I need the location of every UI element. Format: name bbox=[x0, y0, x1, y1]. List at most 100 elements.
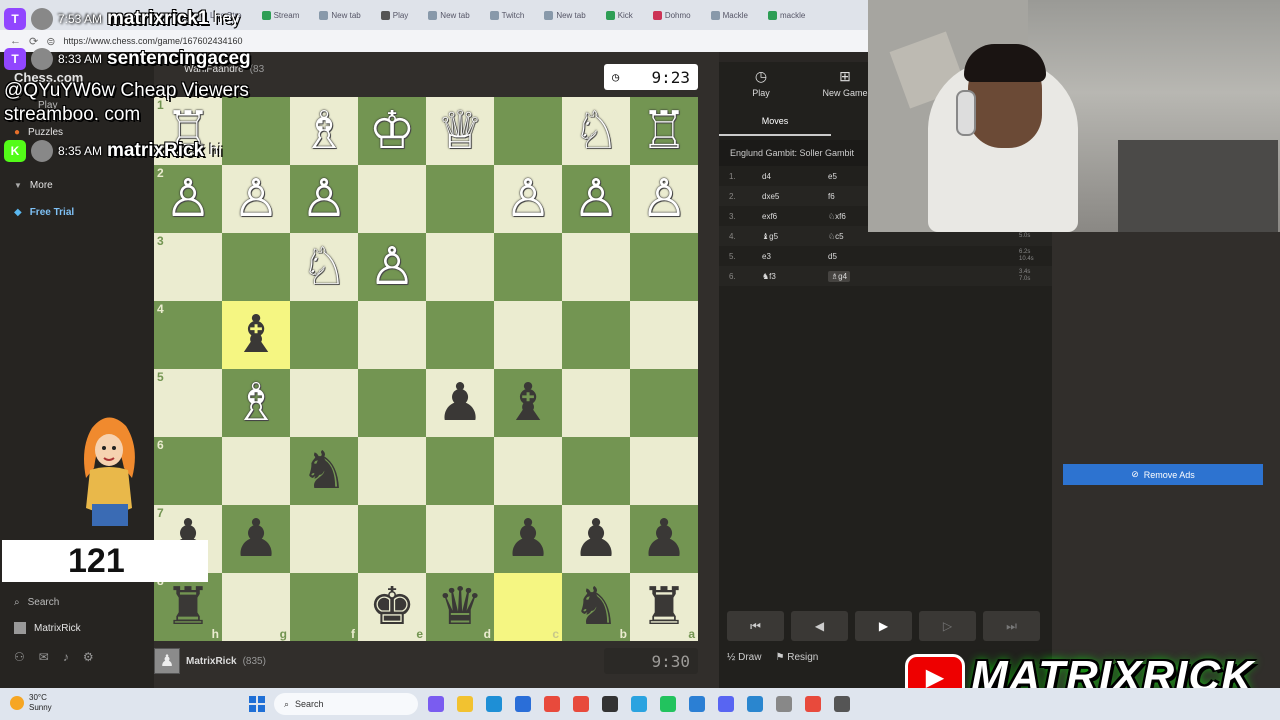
board-square[interactable]: b ♞ bbox=[562, 573, 630, 641]
board-square[interactable]: ♕ bbox=[426, 97, 494, 165]
draw-button[interactable]: ½ Draw bbox=[727, 652, 761, 663]
browser-tab[interactable]: Kick bbox=[598, 3, 641, 27]
sidebar-item-free-trial[interactable]: ◆ Free Trial bbox=[14, 207, 74, 218]
last-move-button[interactable]: ⏭ bbox=[983, 611, 1040, 641]
bell-icon[interactable]: ♪ bbox=[63, 650, 69, 664]
board-square[interactable] bbox=[630, 301, 698, 369]
board-square[interactable] bbox=[358, 301, 426, 369]
url-text[interactable]: https://www.chess.com/game/167602434160 bbox=[63, 36, 242, 46]
board-square[interactable] bbox=[358, 165, 426, 233]
white-move[interactable]: e3 bbox=[762, 252, 771, 261]
weather-widget[interactable]: 30°C Sunny bbox=[10, 693, 52, 713]
black-move[interactable]: ♘xf6 bbox=[828, 212, 846, 221]
terminal-icon[interactable] bbox=[602, 696, 618, 712]
board-square[interactable]: 2 ♙ bbox=[154, 165, 222, 233]
white-king-piece[interactable]: ♔ bbox=[369, 105, 416, 157]
board-square[interactable] bbox=[426, 505, 494, 573]
browser-tab[interactable]: Play bbox=[373, 3, 417, 27]
app-icon[interactable] bbox=[834, 696, 850, 712]
tab-play[interactable]: ◷ Play bbox=[719, 62, 803, 104]
site-info-icon[interactable]: ⊜ bbox=[46, 35, 55, 48]
black-move[interactable]: ♗g4 bbox=[828, 270, 851, 282]
reload-icon[interactable]: ⟳ bbox=[29, 35, 38, 48]
previous-move-button[interactable]: ◀ bbox=[791, 611, 848, 641]
board-square[interactable]: ♗ bbox=[290, 97, 358, 165]
gear-icon[interactable]: ⚙ bbox=[83, 650, 94, 664]
black-move[interactable]: f6 bbox=[828, 192, 835, 201]
chrome-icon[interactable] bbox=[544, 696, 560, 712]
friends-icon[interactable]: ⚇ bbox=[14, 650, 25, 664]
white-move[interactable]: dxe5 bbox=[762, 192, 779, 201]
board-square[interactable] bbox=[222, 233, 290, 301]
chess-board[interactable]: 1♖♗♔♕♘♖2♙♙♙♙♙♙3♘♙4♝5♗♟♝6♞7♟♟♟♟♟8h♜gfe♚d♛… bbox=[154, 97, 698, 641]
board-square[interactable] bbox=[562, 233, 630, 301]
board-square[interactable] bbox=[426, 437, 494, 505]
board-square[interactable]: ♙ bbox=[358, 233, 426, 301]
next-move-button[interactable]: ▷ bbox=[919, 611, 976, 641]
board-square[interactable]: ♞ bbox=[290, 437, 358, 505]
edge-icon[interactable] bbox=[486, 696, 502, 712]
white-move[interactable]: exf6 bbox=[762, 212, 777, 221]
white-pawn-piece[interactable]: ♙ bbox=[165, 173, 212, 225]
board-square[interactable]: a ♜ bbox=[630, 573, 698, 641]
board-square[interactable] bbox=[358, 505, 426, 573]
resign-button[interactable]: ⚑ Resign bbox=[775, 652, 818, 663]
board-square[interactable]: d ♛ bbox=[426, 573, 494, 641]
app-icon[interactable] bbox=[776, 696, 792, 712]
black-pawn-piece[interactable]: ♟ bbox=[573, 513, 620, 565]
board-square[interactable] bbox=[494, 437, 562, 505]
white-move[interactable]: d4 bbox=[762, 172, 771, 181]
black-queen-piece[interactable]: ♛ bbox=[437, 581, 484, 633]
black-move[interactable]: e5 bbox=[828, 172, 837, 181]
white-knight-piece[interactable]: ♘ bbox=[573, 105, 620, 157]
white-queen-piece[interactable]: ♕ bbox=[437, 105, 484, 157]
board-square[interactable]: 8h♜ bbox=[154, 573, 222, 641]
board-square[interactable] bbox=[222, 437, 290, 505]
board-square[interactable]: ♘ bbox=[562, 97, 630, 165]
board-square[interactable] bbox=[426, 165, 494, 233]
sidebar-search[interactable]: ⌕ Search bbox=[14, 597, 59, 608]
board-square[interactable] bbox=[222, 97, 290, 165]
bottom-player[interactable]: ♟ MatrixRick (835) bbox=[154, 648, 266, 674]
board-square[interactable]: ♟ bbox=[630, 505, 698, 573]
whatsapp-icon[interactable] bbox=[660, 696, 676, 712]
board-square[interactable] bbox=[494, 301, 562, 369]
board-square[interactable] bbox=[290, 505, 358, 573]
white-pawn-piece[interactable]: ♙ bbox=[369, 241, 416, 293]
board-square[interactable]: ♝ bbox=[222, 301, 290, 369]
board-square[interactable]: ♟ bbox=[494, 505, 562, 573]
browser-tab[interactable]: New tab bbox=[536, 3, 593, 27]
black-bishop-piece[interactable]: ♝ bbox=[505, 377, 552, 429]
store-icon[interactable] bbox=[515, 696, 531, 712]
white-bishop-piece[interactable]: ♗ bbox=[233, 377, 280, 429]
board-square[interactable]: 3 bbox=[154, 233, 222, 301]
browser-tab[interactable]: Stream bbox=[254, 3, 308, 27]
vscode-icon[interactable] bbox=[747, 696, 763, 712]
back-icon[interactable]: ← bbox=[10, 35, 21, 47]
board-square[interactable] bbox=[630, 437, 698, 505]
browser-tab[interactable]: New tab bbox=[311, 3, 368, 27]
board-square[interactable]: ♘ bbox=[290, 233, 358, 301]
browser-tab[interactable]: Dohmo bbox=[645, 3, 699, 27]
board-square[interactable]: ♖ bbox=[630, 97, 698, 165]
tab-moves[interactable]: Moves bbox=[719, 108, 831, 136]
first-move-button[interactable]: ⏮ bbox=[727, 611, 784, 641]
white-move[interactable]: ♞f3 bbox=[762, 272, 776, 281]
white-bishop-piece[interactable]: ♗ bbox=[301, 105, 348, 157]
black-bishop-piece[interactable]: ♝ bbox=[233, 309, 280, 361]
board-square[interactable] bbox=[562, 301, 630, 369]
board-square[interactable] bbox=[562, 369, 630, 437]
board-square[interactable] bbox=[426, 301, 494, 369]
white-rook-piece[interactable]: ♖ bbox=[641, 105, 688, 157]
board-square[interactable]: 6 bbox=[154, 437, 222, 505]
black-pawn-piece[interactable]: ♟ bbox=[505, 513, 552, 565]
board-square[interactable]: ♝ bbox=[494, 369, 562, 437]
board-square[interactable]: ♟ bbox=[562, 505, 630, 573]
chrome-icon[interactable] bbox=[805, 696, 821, 712]
black-pawn-piece[interactable]: ♟ bbox=[437, 377, 484, 429]
board-square[interactable] bbox=[290, 369, 358, 437]
board-square[interactable]: e ♚ bbox=[358, 573, 426, 641]
play-moves-button[interactable]: ▶ bbox=[855, 611, 912, 641]
browser-tab[interactable]: Mackle bbox=[703, 3, 756, 27]
board-square[interactable] bbox=[630, 369, 698, 437]
